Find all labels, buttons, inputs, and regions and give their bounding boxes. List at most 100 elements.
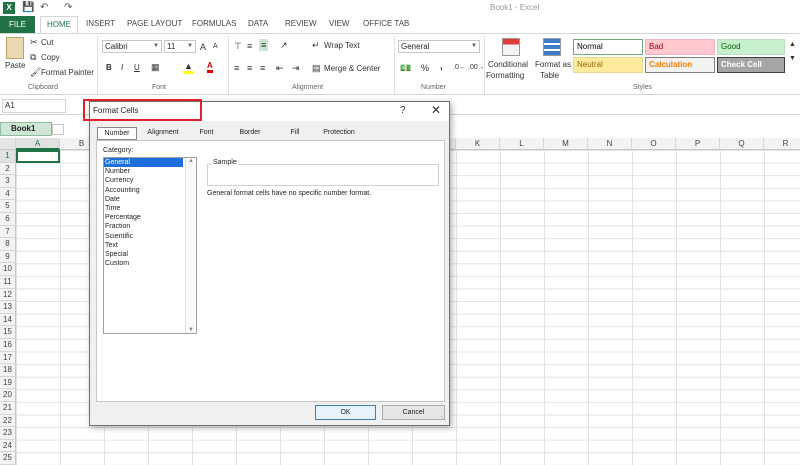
italic-button[interactable]: I [121,63,123,72]
copy-button[interactable]: Copy [41,53,60,62]
close-icon[interactable]: ✕ [431,103,441,117]
tab-fill[interactable]: Fill [285,127,305,140]
category-item[interactable]: Custom [104,259,196,268]
tab-file[interactable]: FILE [0,16,35,33]
merge-center-icon[interactable]: ▤ [312,62,321,74]
conditional-formatting-label-2[interactable]: Formatting [486,71,524,80]
orientation-icon[interactable]: ↗ [280,39,288,51]
conditional-formatting-label[interactable]: Conditional [488,60,528,69]
tab-view[interactable]: VIEW [329,19,349,28]
column-header[interactable]: L [500,138,544,150]
row-header[interactable]: 23 [0,427,16,440]
category-item[interactable]: Date [104,195,196,204]
select-all-corner[interactable] [0,138,16,150]
column-header[interactable]: N [588,138,632,150]
align-center-icon[interactable]: ≡ [247,62,252,74]
copy-icon[interactable]: ⧉ [30,51,36,63]
tab-home[interactable]: HOME [40,16,78,33]
paste-button[interactable]: Paste [5,61,25,70]
align-top-icon[interactable]: ⊤ [234,40,242,52]
category-scrollbar[interactable]: ▲ ▼ [185,158,196,333]
row-header[interactable]: 18 [0,364,16,377]
format-painter-icon[interactable]: 🖌 [30,66,41,78]
align-left-icon[interactable]: ≡ [234,62,239,74]
format-as-table-label[interactable]: Format as [535,60,571,69]
row-header[interactable]: 22 [0,414,16,428]
save-icon[interactable]: 💾 [22,2,34,13]
undo-icon[interactable]: ↶ [40,2,48,13]
font-size-select[interactable]: 11 ▼ [164,40,196,53]
percent-button[interactable]: % [421,63,429,73]
cut-button[interactable]: Cut [41,38,53,47]
help-icon[interactable]: ? [400,105,406,116]
category-item[interactable]: General [104,158,183,168]
redo-icon[interactable]: ↷ [64,2,72,13]
format-painter-button[interactable]: Format Painter [41,68,94,77]
row-header[interactable]: 24 [0,439,16,453]
increase-indent-icon[interactable]: ⇥ [292,62,300,74]
styles-scroll-down-icon[interactable]: ▼ [789,53,796,65]
paste-icon[interactable] [6,37,24,59]
cancel-button[interactable]: Cancel [382,405,445,420]
column-header[interactable]: M [544,138,588,150]
row-header[interactable]: 11 [0,276,16,289]
align-right-icon[interactable]: ≡ [260,62,265,74]
category-item[interactable]: Time [104,204,196,213]
tab-formulas[interactable]: FORMULAS [192,19,236,28]
category-item[interactable]: Percentage [104,213,196,222]
tab-font[interactable]: Font [194,127,219,140]
borders-icon[interactable]: ▦ [151,61,160,73]
row-header[interactable]: 5 [0,200,16,213]
format-as-table-icon[interactable] [543,38,561,56]
decrease-indent-icon[interactable]: ⇤ [276,62,284,74]
column-header[interactable]: O [632,138,676,150]
scroll-up-icon[interactable]: ▲ [186,158,196,164]
row-header[interactable]: 17 [0,351,16,365]
style-good[interactable]: Good [717,39,785,55]
tab-page-layout[interactable]: PAGE LAYOUT [127,19,182,28]
category-item[interactable]: Number [104,167,196,176]
style-neutral[interactable]: Neutral [573,57,643,73]
wrap-text-icon[interactable]: ↵ [312,39,320,51]
comma-button[interactable]: , [440,61,443,72]
font-name-select[interactable]: Calibri ▼ [102,40,162,53]
row-header[interactable]: 13 [0,301,16,314]
row-header[interactable]: 19 [0,376,16,390]
grow-font-button[interactable]: A [200,42,206,52]
increase-decimal-icon[interactable]: .0← [453,62,466,74]
resize-grip-icon[interactable]: ⋱ [440,415,447,423]
scroll-down-icon[interactable]: ▼ [186,327,196,333]
tab-border[interactable]: Border [235,127,265,140]
column-header[interactable]: P [676,138,720,150]
format-as-table-label-2[interactable]: Table [540,71,559,80]
align-bottom-icon[interactable]: ≡ [259,39,269,51]
fill-color-icon[interactable]: ▲ [184,60,193,74]
number-format-select[interactable]: General ▼ [398,40,480,53]
row-header[interactable]: 6 [0,213,16,226]
decrease-decimal-icon[interactable]: .00→ [468,62,485,74]
ok-button[interactable]: OK [315,405,376,420]
row-header[interactable]: 3 [0,175,16,188]
row-header[interactable]: 1 [0,150,16,163]
row-header[interactable]: 20 [0,389,16,402]
tab-alignment[interactable]: Alignment [142,127,184,140]
style-calculation[interactable]: Calculation [645,57,715,73]
column-header[interactable]: A [16,138,60,150]
tab-protection[interactable]: Protection [319,127,359,140]
row-header[interactable]: 21 [0,402,16,415]
underline-button[interactable]: U [134,63,140,72]
category-item[interactable]: Accounting [104,186,196,195]
category-item[interactable]: Special [104,250,196,259]
category-item[interactable]: Scientific [104,232,196,241]
tab-number[interactable]: Number [97,127,137,140]
cut-icon[interactable]: ✂ [30,36,38,48]
tab-review[interactable]: REVIEW [285,19,317,28]
accounting-format-icon[interactable]: 💵 [400,62,411,74]
style-bad[interactable]: Bad [645,39,715,55]
name-box[interactable]: A1 [2,99,66,113]
row-header[interactable]: 4 [0,187,16,201]
new-workbook-tab[interactable] [52,124,64,135]
merge-center-button[interactable]: Merge & Center [324,64,380,73]
row-header[interactable]: 2 [0,162,16,176]
bold-button[interactable]: B [106,63,112,72]
